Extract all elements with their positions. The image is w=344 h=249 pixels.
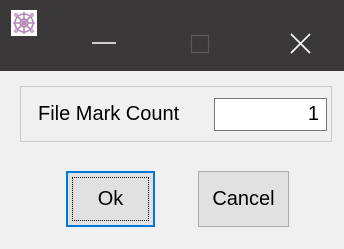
title-bar[interactable] [0,0,344,71]
ok-button[interactable]: Ok [66,171,155,227]
maximize-icon [190,34,210,54]
minimize-icon [92,42,116,44]
minimize-button[interactable] [76,0,132,71]
celtic-knot-icon [11,10,37,36]
close-button[interactable] [274,0,330,71]
file-mark-count-label: File Mark Count [38,103,180,125]
cancel-button[interactable]: Cancel [198,171,289,227]
file-mark-count-group: File Mark Count [20,86,332,142]
maximize-button[interactable] [172,0,228,71]
close-icon [290,33,311,54]
cancel-button-label: Cancel [212,187,275,210]
file-mark-count-input[interactable] [214,98,327,131]
focus-rectangle [72,177,149,221]
dialog-window: File Mark Count Ok Cancel [0,0,344,249]
